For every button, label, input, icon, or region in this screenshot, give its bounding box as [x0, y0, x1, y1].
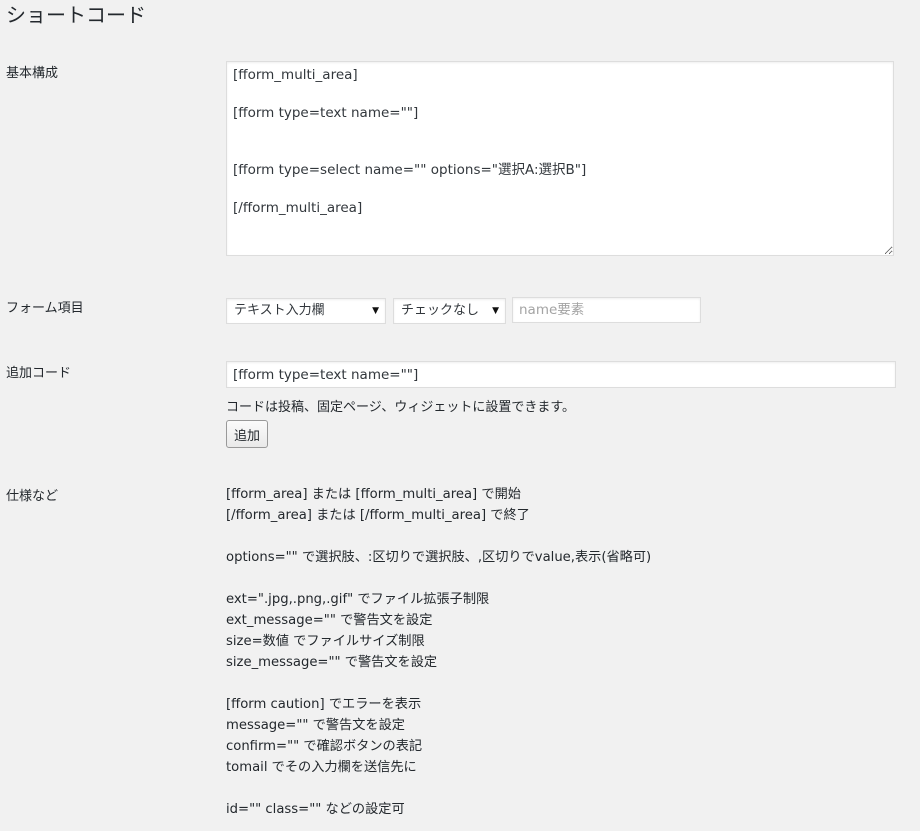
- form-items-label: フォーム項目: [6, 301, 84, 316]
- spec-text: [fform_area] または [fform_multi_area] で開始 …: [226, 484, 651, 820]
- dropdown-arrow-icon: ▼: [372, 306, 379, 316]
- page-title: ショートコード: [6, 3, 146, 27]
- field-type-select-value: テキスト入力欄: [234, 303, 325, 318]
- spec-line: [226, 526, 651, 547]
- additional-code-input[interactable]: [226, 361, 896, 388]
- spec-line: size=数値 でファイルサイズ制限: [226, 634, 425, 649]
- spec-line: [fform caution] でエラーを表示: [226, 697, 422, 712]
- spec-label: 仕様など: [6, 489, 59, 504]
- spec-line: ext_message="" で警告文を設定: [226, 613, 433, 628]
- spec-line: id="" class="" などの設定可: [226, 802, 405, 817]
- check-select[interactable]: チェックなし ▼: [393, 298, 506, 324]
- add-code-label: 追加コード: [6, 366, 72, 381]
- check-select-value: チェックなし: [401, 303, 480, 318]
- spec-line: [/fform_area] または [/fform_multi_area] で終…: [226, 508, 530, 523]
- spec-line: ext=".jpg,.png,.gif" でファイル拡張子制限: [226, 592, 490, 607]
- add-button[interactable]: 追加: [226, 420, 268, 448]
- basic-shortcode-textarea[interactable]: [fform_multi_area] [fform type=text name…: [226, 61, 894, 256]
- spec-line: [226, 778, 651, 799]
- field-type-select[interactable]: テキスト入力欄 ▼: [226, 298, 386, 324]
- spec-line: size_message="" で警告文を設定: [226, 655, 438, 670]
- dropdown-arrow-icon: ▼: [492, 306, 499, 316]
- spec-line: [fform_area] または [fform_multi_area] で開始: [226, 487, 521, 502]
- spec-line: tomail でその入力欄を送信先に: [226, 760, 417, 775]
- add-code-note: コードは投稿、固定ページ、ウィジェットに設置できます。: [226, 400, 576, 415]
- spec-line: options="" で選択肢、:区切りで選択肢、,区切りでvalue,表示(省…: [226, 550, 652, 565]
- spec-line: [226, 673, 651, 694]
- spec-line: [226, 568, 651, 589]
- name-attribute-input[interactable]: [512, 297, 701, 323]
- basic-label: 基本構成: [6, 66, 59, 81]
- spec-line: message="" で警告文を設定: [226, 718, 405, 733]
- spec-line: confirm="" で確認ボタンの表記: [226, 739, 423, 754]
